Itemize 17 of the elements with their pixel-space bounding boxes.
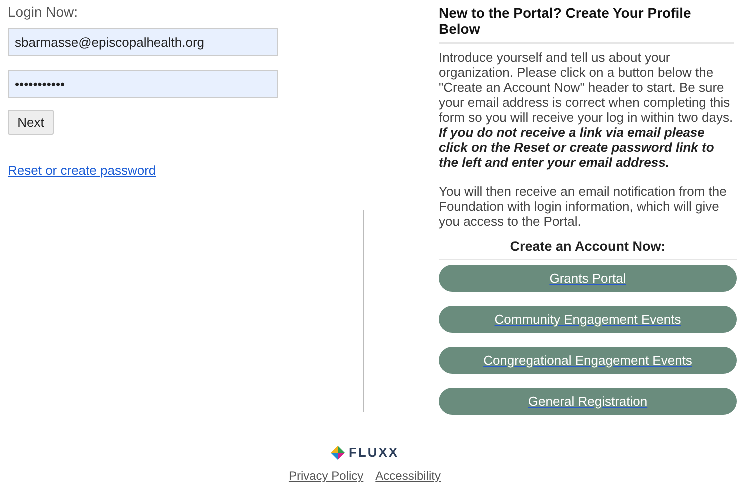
email-field[interactable]: sbarmasse@episcopalhealth.org [8, 28, 278, 56]
accounts-heading: Create an Account Now: [439, 239, 737, 260]
account-button[interactable]: Grants Portal [439, 265, 737, 292]
footer-link[interactable]: Privacy Policy [288, 469, 364, 483]
info-paragraph: You will then receive an email notification from the Foundation with login information, which will give you access to the Portal. [439, 184, 728, 229]
login-title: Login Now: [8, 4, 80, 20]
account-button[interactable]: Community Engagement Events [439, 306, 737, 333]
logo-icon [330, 446, 345, 460]
reset-password-link[interactable]: Reset or create password [8, 163, 156, 178]
info-paragraph: Introduce yourself and tell us about your organization. Please click on a button below the "Create an Account Now" header to start. Be sure your email address is correct when completing this form so you will receive your log in within two days. If you do not receive a link via email please click on the Reset or create password link to the left and enter your email address. [439, 50, 734, 170]
account-button[interactable]: General Registration [439, 388, 737, 415]
next-button[interactable]: Next [8, 110, 54, 135]
account-button[interactable]: Congregational Engagement Events [439, 347, 737, 374]
footer-link[interactable]: Accessibility [376, 469, 442, 483]
section-heading: New to the Portal? Create Your Profile Below [439, 5, 734, 44]
password-field[interactable]: ••••••••••• [8, 70, 278, 98]
brand-name: FLUXX [348, 445, 400, 460]
